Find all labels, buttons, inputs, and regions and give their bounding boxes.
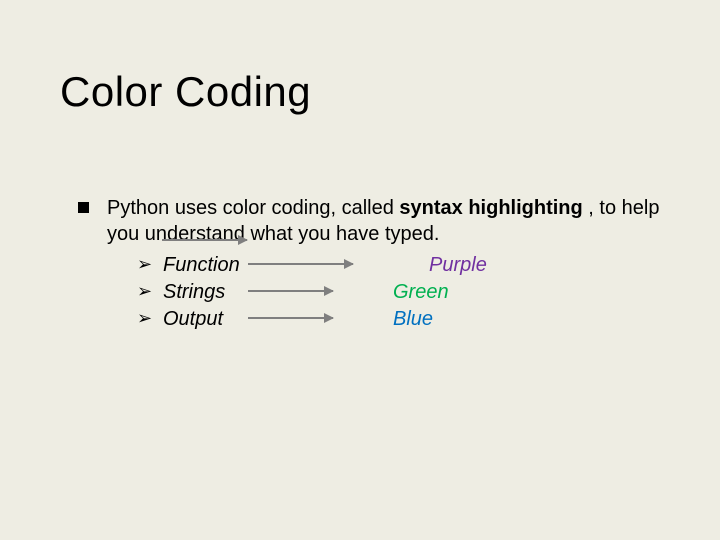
sublist: ➢ Function Purple ➢ Strings Green [137, 251, 660, 332]
arrow-icon [248, 263, 353, 265]
list-item: ➢ Function Purple [137, 251, 660, 278]
slide-title: Color Coding [60, 68, 311, 116]
square-bullet-icon [78, 202, 89, 213]
arrow-icon [248, 290, 333, 292]
slide: Color Coding Python uses color coding, c… [0, 0, 720, 540]
intro-bold: syntax highlighting [399, 197, 588, 219]
bullet-row: Python uses color coding, called syntax … [78, 195, 660, 332]
chevron-right-icon: ➢ [137, 307, 163, 330]
arrow-cell [263, 251, 393, 278]
color-name: Blue [393, 306, 433, 332]
chevron-right-icon: ➢ [137, 253, 163, 276]
main-text: Python uses color coding, called syntax … [107, 195, 660, 332]
chevron-right-icon: ➢ [137, 280, 163, 303]
list-item: ➢ Strings Green [137, 278, 660, 305]
color-name: Green [393, 279, 449, 305]
intro-part1: Python uses color coding, called [107, 197, 399, 219]
arrow-icon [162, 239, 247, 241]
arrow-cell [263, 278, 393, 305]
list-item: ➢ Output Blue [137, 305, 660, 332]
slide-body: Python uses color coding, called syntax … [78, 195, 660, 332]
arrow-icon [248, 317, 333, 319]
arrow-cell [263, 305, 393, 332]
color-name: Purple [393, 252, 487, 278]
